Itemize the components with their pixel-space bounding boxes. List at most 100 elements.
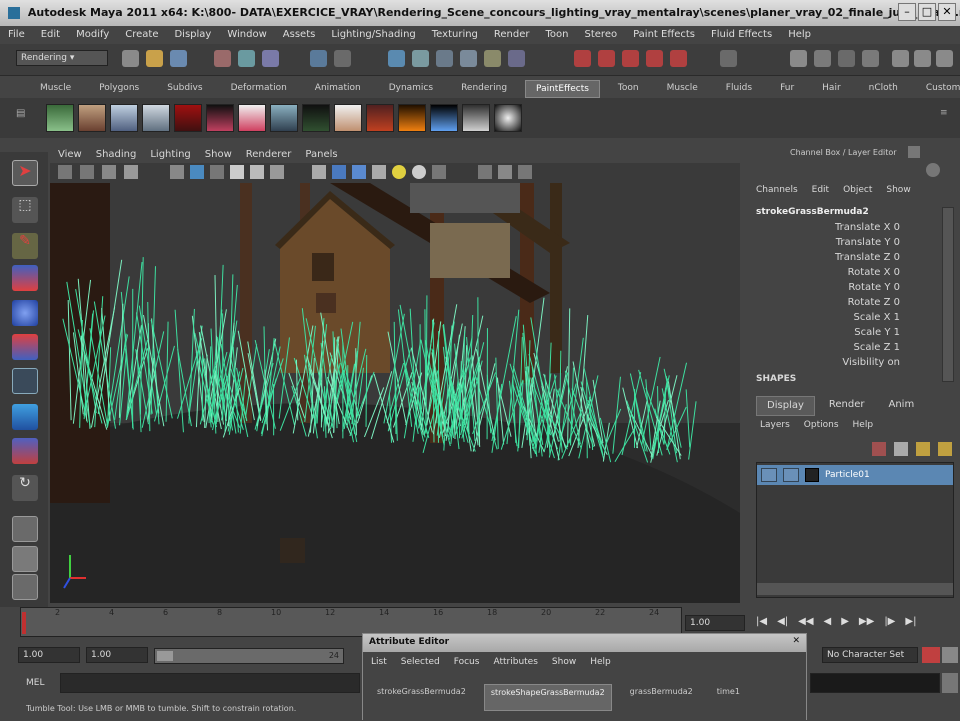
paint-select-tool-icon[interactable]: ✎	[12, 233, 38, 259]
layer-display-type-toggle[interactable]	[783, 468, 799, 482]
menu-create[interactable]: Create	[125, 29, 158, 41]
menu-stereo[interactable]: Stereo	[585, 29, 618, 41]
camera-select-icon[interactable]	[58, 165, 72, 179]
channel-value[interactable]: 0	[894, 237, 900, 248]
move-tool-icon[interactable]	[12, 265, 38, 291]
maximize-button[interactable]: □	[918, 3, 936, 21]
resolution-gate-icon[interactable]	[210, 165, 224, 179]
shelf-tab[interactable]: nCloth	[859, 80, 908, 98]
mask-dynamics-icon[interactable]	[460, 50, 477, 67]
channel-row[interactable]: Translate X 0	[756, 222, 940, 233]
layer-move-up-icon[interactable]	[916, 442, 930, 456]
lasso-tool-icon[interactable]: ⬚	[12, 197, 38, 223]
ae-tab-stroke[interactable]: strokeGrassBermuda2	[371, 684, 472, 711]
channel-value[interactable]: 0	[894, 282, 900, 293]
new-scene-icon[interactable]	[122, 50, 139, 67]
menu-toon[interactable]: Toon	[546, 29, 569, 41]
panel-menu-lighting[interactable]: Lighting	[150, 149, 190, 161]
channel-value[interactable]: 1	[894, 327, 900, 338]
layer-menu-options[interactable]: Options	[804, 420, 839, 430]
mask-deformers-icon[interactable]	[436, 50, 453, 67]
channel-box-toggle-icon[interactable]	[908, 146, 920, 158]
channel-value[interactable]: 0	[894, 297, 900, 308]
layer-list-scrollbar[interactable]	[757, 583, 953, 595]
smooth-shade-icon[interactable]	[332, 165, 346, 179]
shelf-tab[interactable]: Hair	[812, 80, 850, 98]
play-backwards-icon[interactable]: ◀	[824, 616, 832, 627]
safe-title-icon[interactable]	[270, 165, 284, 179]
show-manipulator-icon[interactable]	[12, 438, 38, 464]
layer-visibility-toggle[interactable]	[761, 468, 777, 482]
play-forwards-icon[interactable]: ▶	[841, 616, 849, 627]
select-object-icon[interactable]	[238, 50, 255, 67]
shelf-menu-icon[interactable]: ▤	[16, 108, 36, 128]
step-forward-frame-icon[interactable]: |▶	[884, 616, 895, 627]
layer-menu-help[interactable]: Help	[853, 420, 874, 430]
ae-menu-focus[interactable]: Focus	[454, 657, 480, 669]
image-plane-icon[interactable]	[124, 165, 138, 179]
channel-row[interactable]: Scale X 1	[756, 312, 940, 323]
snap-point-icon[interactable]	[622, 50, 639, 67]
minimize-button[interactable]: –	[898, 3, 916, 21]
scale-tool-icon[interactable]	[12, 334, 38, 360]
isolate-select-icon[interactable]	[478, 165, 492, 179]
bookmark-icon[interactable]	[102, 165, 116, 179]
shelf-scroll-icon[interactable]: ≡	[940, 108, 948, 118]
menu-texturing[interactable]: Texturing	[432, 29, 478, 41]
high-quality-icon[interactable]	[498, 165, 512, 179]
render-frame-icon[interactable]	[790, 50, 807, 67]
go-to-end-icon[interactable]: ▶|	[905, 616, 916, 627]
current-time-field[interactable]: 1.00	[685, 615, 745, 631]
ae-menu-selected[interactable]: Selected	[401, 657, 440, 669]
menu-lighting-shading[interactable]: Lighting/Shading	[331, 29, 415, 41]
command-line-input[interactable]	[60, 673, 360, 693]
ae-tab-brush[interactable]: grassBermuda2	[624, 684, 699, 711]
grid-toggle-icon[interactable]	[170, 165, 184, 179]
menu-fluid-effects[interactable]: Fluid Effects	[711, 29, 772, 41]
layer-name[interactable]: Particle01	[825, 470, 870, 480]
menu-help[interactable]: Help	[788, 29, 811, 41]
channel-value[interactable]: 1	[894, 342, 900, 353]
open-scene-icon[interactable]	[146, 50, 163, 67]
ae-menu-list[interactable]: List	[371, 657, 387, 669]
select-component-icon[interactable]	[262, 50, 279, 67]
range-start-field[interactable]: 1.00	[18, 647, 80, 663]
layer-editor-toggle-icon[interactable]	[926, 163, 940, 177]
shelf-tab[interactable]: Muscle	[30, 80, 81, 98]
grass-brush-icon[interactable]	[46, 104, 74, 132]
render-settings-icon[interactable]	[838, 50, 855, 67]
close-button[interactable]: ✕	[938, 3, 956, 21]
menu-set-selector[interactable]: Rendering ▾	[16, 50, 108, 66]
hypershade-icon[interactable]	[862, 50, 879, 67]
channel-row[interactable]: Rotate X 0	[756, 267, 940, 278]
ae-menu-help[interactable]: Help	[590, 657, 611, 669]
channel-row[interactable]: Translate Z 0	[756, 252, 940, 263]
step-back-key-icon[interactable]: ◀◀	[798, 616, 813, 627]
ae-menu-show[interactable]: Show	[552, 657, 576, 669]
animation-prefs-icon[interactable]	[942, 647, 958, 663]
range-slider-handle[interactable]	[157, 651, 173, 661]
menu-window[interactable]: Window	[227, 29, 266, 41]
ae-menu-attributes[interactable]: Attributes	[493, 657, 537, 669]
layer-tab-anim[interactable]: Anim	[878, 396, 924, 416]
panel-menu-show[interactable]: Show	[205, 149, 232, 161]
shelf-tab[interactable]: Animation	[305, 80, 371, 98]
channel-box-scrollbar[interactable]	[942, 207, 954, 382]
menu-assets[interactable]: Assets	[283, 29, 316, 41]
tree-brush-icon[interactable]	[78, 104, 106, 132]
select-hierarchy-icon[interactable]	[214, 50, 231, 67]
cb-menu-show[interactable]: Show	[886, 185, 910, 195]
menu-render[interactable]: Render	[494, 29, 530, 41]
winter-tree-brush-icon[interactable]	[142, 104, 170, 132]
mist-brush-icon[interactable]	[270, 104, 298, 132]
rotate-tool-icon[interactable]	[12, 300, 38, 326]
step-forward-key-icon[interactable]: ▶▶	[859, 616, 874, 627]
selection-mask-icon[interactable]	[310, 50, 327, 67]
camera-attributes-icon[interactable]	[80, 165, 94, 179]
attribute-editor-close-button[interactable]: ✕	[792, 636, 800, 646]
shelf-tab[interactable]: Subdivs	[157, 80, 212, 98]
ae-tab-stroke-shape[interactable]: strokeShapeGrassBermuda2	[484, 684, 612, 711]
cb-menu-edit[interactable]: Edit	[812, 185, 829, 195]
channel-row[interactable]: Scale Z 1	[756, 342, 940, 353]
toggle-tool-settings-icon[interactable]	[914, 50, 931, 67]
